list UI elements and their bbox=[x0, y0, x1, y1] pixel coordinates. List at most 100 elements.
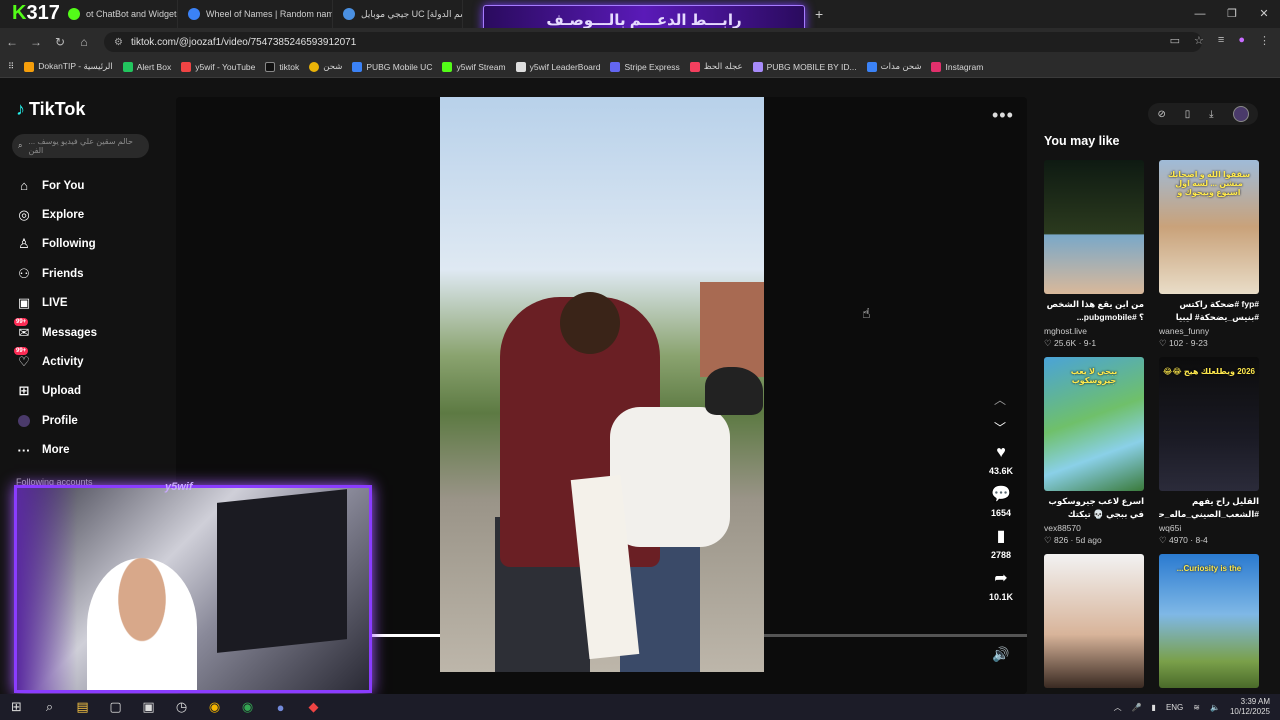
bookmark-item[interactable]: Stripe Express bbox=[610, 61, 680, 72]
mic-icon[interactable]: 🎤 bbox=[1132, 703, 1142, 712]
bookmark-item[interactable]: PUBG Mobile UC bbox=[352, 61, 432, 72]
wifi-icon[interactable]: ≋ bbox=[1193, 703, 1200, 712]
video-caption[interactable]: من اين يقع هذا الشخص ؟ #pubgmobile... bbox=[1044, 298, 1144, 324]
avatar[interactable] bbox=[1232, 106, 1249, 122]
share-button[interactable]: ➦ 10.1K bbox=[989, 569, 1013, 602]
bookmark-item[interactable]: عجله الحظ bbox=[689, 61, 743, 72]
bookmark-item[interactable]: شحن bbox=[309, 61, 342, 72]
sidebar-item-following[interactable]: ♙ Following bbox=[16, 230, 97, 259]
reload-icon[interactable]: ↻ bbox=[48, 35, 72, 49]
sidebar-item-more[interactable]: ··· More bbox=[16, 436, 97, 465]
volume-icon[interactable]: 🔊 bbox=[992, 646, 1009, 663]
bookmark-item[interactable]: tiktok bbox=[265, 61, 299, 72]
menu-icon[interactable]: ⋮ bbox=[1259, 34, 1270, 47]
video-thumbnail[interactable] bbox=[1044, 160, 1144, 294]
bookmark-star-icon[interactable]: ☆ bbox=[1194, 34, 1204, 47]
previous-video-icon[interactable]: ︿ bbox=[994, 391, 1006, 408]
chrome-icon[interactable]: ◉ bbox=[198, 699, 231, 715]
tab-favicon-icon bbox=[188, 8, 200, 20]
video-caption[interactable]: #fyp #ضحكة راكتس #بنيس_يضحكة# ليبيا bbox=[1159, 298, 1259, 324]
minimize-icon[interactable]: — bbox=[1184, 0, 1216, 28]
sidebar-item-upload[interactable]: ⊞ Upload bbox=[16, 377, 97, 406]
file-explorer-icon[interactable]: ▤ bbox=[66, 699, 99, 715]
search-icon[interactable]: ⌕ bbox=[33, 699, 66, 715]
video-thumbnail[interactable] bbox=[1044, 554, 1144, 688]
home-icon[interactable]: ⌂ bbox=[72, 35, 96, 49]
recommended-video-card[interactable]: سقفوا الله و اصحابك منشن ... لسه اول اسب… bbox=[1159, 160, 1259, 349]
video-thumbnail[interactable]: Curiosity is the... bbox=[1159, 554, 1259, 688]
apps-icon[interactable]: ⠿ bbox=[8, 61, 14, 72]
recommended-video-card[interactable]: ببجي لا يعب جيروسكوب اسرع لاعب جيروسكوب ف… bbox=[1044, 357, 1144, 546]
download-icon[interactable]: ⤓ bbox=[1209, 109, 1213, 120]
save-button[interactable]: ▮ 2788 bbox=[991, 527, 1011, 560]
video-date: 9-1 bbox=[1083, 338, 1097, 348]
sidebar-item-for-you[interactable]: ⌂ For You bbox=[16, 171, 97, 200]
bookmark-item[interactable]: y5wif Stream bbox=[442, 61, 506, 72]
site-info-icon[interactable]: ⚙ bbox=[114, 37, 123, 48]
sidebar-item-messages[interactable]: ✉ 99+ Messages bbox=[14, 317, 97, 347]
video-author[interactable]: vex88570 bbox=[1044, 523, 1144, 533]
network-icon[interactable]: ▮ bbox=[1152, 703, 1156, 712]
volume-tray-icon[interactable]: 🔈 bbox=[1210, 703, 1220, 712]
device-icon[interactable]: ▯ bbox=[1185, 109, 1191, 120]
bookmark-item[interactable]: y5wif - YouTube bbox=[181, 61, 255, 72]
chevron-up-icon[interactable]: ︿ bbox=[1114, 702, 1122, 713]
video-author[interactable]: wq65i bbox=[1159, 523, 1259, 533]
video-thumbnail[interactable]: 2026 ويطلعلك هيج 😂😂 bbox=[1159, 357, 1259, 491]
bookmark-item[interactable]: Alert Box bbox=[122, 61, 171, 72]
tab-wheel-of-names[interactable]: Wheel of Names | Random nam ✕ bbox=[178, 0, 333, 28]
tab-chatbot[interactable]: ot ChatBot and Widgets ✕ bbox=[58, 0, 178, 28]
clock[interactable]: 3:39 AM 10/12/2025 bbox=[1230, 697, 1270, 717]
app-icon[interactable]: ▣ bbox=[132, 699, 165, 715]
restore-icon[interactable]: ❐ bbox=[1216, 0, 1248, 28]
sidebar-item-profile[interactable]: Profile bbox=[16, 406, 97, 435]
recommended-video-card[interactable]: من اين يقع هذا الشخص ؟ #pubgmobile... mgh… bbox=[1044, 160, 1144, 349]
sidebar-item-explore[interactable]: ◎ Explore bbox=[16, 200, 97, 229]
bookmarks-bar: ⠿ DokanTIP - الرئيسية Alert Box y5wif - … bbox=[0, 56, 1280, 78]
forward-icon[interactable]: → bbox=[24, 35, 48, 49]
back-icon[interactable]: ← bbox=[0, 35, 24, 49]
start-icon[interactable]: ⊞ bbox=[0, 699, 33, 715]
new-tab-icon[interactable]: + bbox=[803, 6, 835, 22]
playlist-icon[interactable]: ≡ bbox=[1218, 34, 1224, 47]
bookmark-item[interactable]: DokanTIP - الرئيسية bbox=[24, 61, 113, 72]
bookmark-item[interactable]: شحن مدات bbox=[866, 61, 921, 72]
bookmark-favicon-icon bbox=[931, 61, 942, 72]
coins-icon[interactable]: ⊘ bbox=[1157, 109, 1165, 120]
recommended-video-card[interactable]: Curiosity is the... bbox=[1159, 554, 1259, 688]
comment-button[interactable]: 💬 1654 bbox=[991, 485, 1011, 518]
extension-icon[interactable]: ● bbox=[1238, 34, 1245, 47]
cast-icon[interactable]: ▭ bbox=[1170, 34, 1180, 47]
like-button[interactable]: ♥ 43.6K bbox=[989, 443, 1013, 476]
search-input[interactable]: ⌕ ... حالم سقين علي فيديو يوسف الفن bbox=[12, 134, 149, 158]
video-frame[interactable] bbox=[440, 97, 764, 672]
video-thumbnail[interactable]: سقفوا الله و اصحابك منشن ... لسه اول اسب… bbox=[1159, 160, 1259, 294]
video-caption[interactable]: اسرع لاعب جيروسكوب في ببجي 💀 تيكتك سريمه… bbox=[1044, 495, 1144, 521]
more-options-icon[interactable]: ••• bbox=[992, 105, 1014, 126]
recommended-video-card[interactable]: 2026 ويطلعلك هيج 😂😂 القليل راح يفهم #الشع… bbox=[1159, 357, 1259, 546]
language-indicator[interactable]: ENG bbox=[1166, 703, 1183, 712]
bookmark-item[interactable]: y5wif LeaderBoard bbox=[515, 61, 600, 72]
tab-pubg-uc[interactable]: جيجي موبايل UC [اسم الدولة] | حـ bbox=[333, 0, 463, 28]
video-thumbnail[interactable]: ببجي لا يعب جيروسكوب bbox=[1044, 357, 1144, 491]
bookmark-item[interactable]: PUBG MOBILE BY ID... bbox=[752, 61, 857, 72]
chrome-icon[interactable]: ◉ bbox=[231, 699, 264, 715]
app-icon[interactable]: ▢ bbox=[99, 699, 132, 715]
recommended-video-card[interactable] bbox=[1044, 554, 1144, 688]
clock-app-icon[interactable]: ◷ bbox=[165, 699, 198, 715]
video-author[interactable]: wanes_funny bbox=[1159, 326, 1259, 336]
sidebar-item-live[interactable]: ▣ LIVE bbox=[16, 289, 97, 318]
bookmark-item[interactable]: Instagram bbox=[931, 61, 983, 72]
video-author[interactable]: mghost.live bbox=[1044, 326, 1144, 336]
address-bar[interactable]: ⚙ tiktok.com/@joozaf1/video/754738524659… bbox=[104, 32, 1202, 52]
close-window-icon[interactable]: ✕ bbox=[1248, 0, 1280, 28]
video-date: 9-23 bbox=[1190, 338, 1208, 348]
app-icon[interactable]: ◆ bbox=[297, 699, 330, 715]
sidebar-item-activity[interactable]: ♡ 99+ Activity bbox=[14, 347, 97, 376]
discord-icon[interactable]: ● bbox=[264, 700, 297, 715]
video-actions: ♥ 43.6K 💬 1654 ▮ 2788 ➦ 10.1K bbox=[983, 443, 1019, 611]
video-caption[interactable]: القليل راح يفهم #الشعب_الصيني_ماله_حل... bbox=[1159, 495, 1259, 521]
next-video-icon[interactable]: ﹀ bbox=[994, 419, 1006, 436]
tiktok-logo[interactable]: ♪ TikTok bbox=[16, 99, 85, 120]
sidebar-item-friends[interactable]: ⚇ Friends bbox=[16, 259, 97, 288]
